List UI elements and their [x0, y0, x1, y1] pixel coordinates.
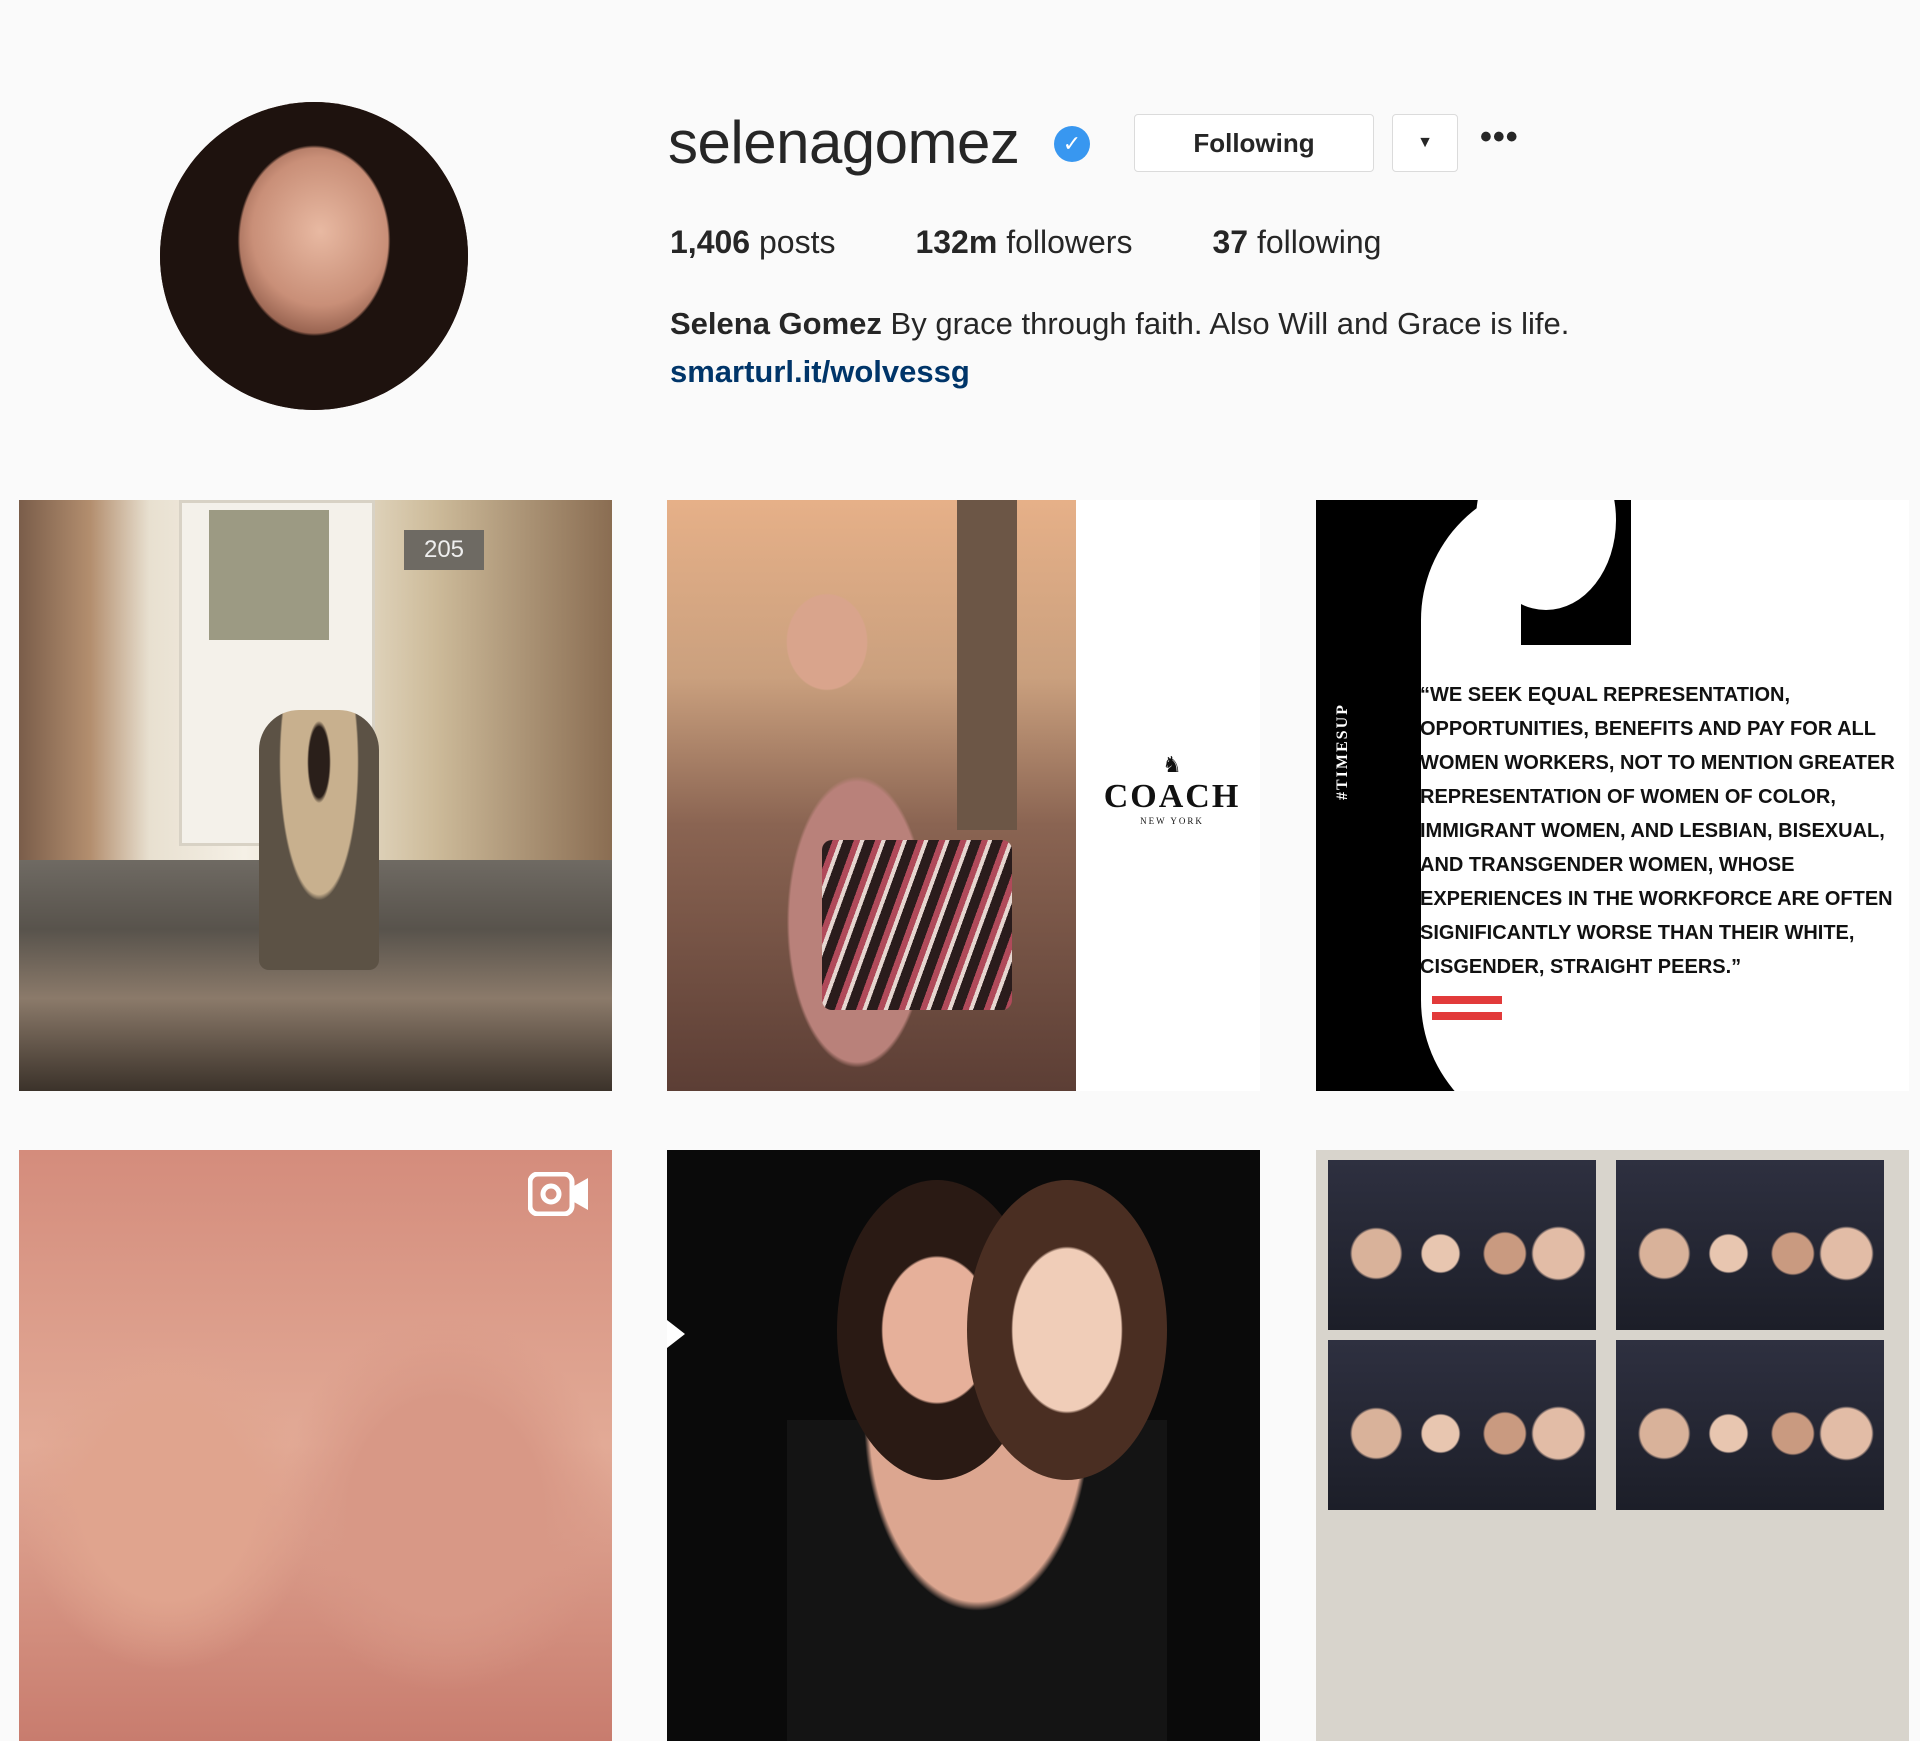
stripes-graphic: [1432, 996, 1502, 1004]
following-count: 37: [1212, 224, 1249, 260]
post-photo-window: [209, 510, 329, 640]
hashtag-label: #TIMESUP: [1334, 703, 1351, 800]
brand-sub: NEW YORK: [1140, 816, 1204, 826]
followers-label: followers: [1006, 224, 1133, 260]
profile-link[interactable]: smarturl.it/wolvessg: [670, 354, 970, 390]
profile-bio: Selena Gomez By grace through faith. Als…: [670, 306, 1569, 342]
post-photo-person: [259, 710, 379, 970]
following-stat[interactable]: 37 following: [1212, 224, 1381, 261]
bio-full-name: Selena Gomez: [670, 306, 882, 341]
quote-text: “WE SEEK EQUAL REPRESENTATION, OPPORTUNI…: [1420, 684, 1895, 978]
post-photo-shoulders: [787, 1420, 1167, 1741]
photo-booth-frame: [1616, 1160, 1884, 1330]
carriage-icon: ♞: [1162, 752, 1182, 777]
avatar-photo: [160, 102, 468, 410]
photo-booth-frame: [1328, 1160, 1596, 1330]
bio-text: By grace through faith. Also Will and Gr…: [881, 306, 1570, 341]
caret-down-icon: ▼: [1417, 134, 1433, 151]
post-tile[interactable]: [1316, 1150, 1909, 1741]
post-photo-person-right: [967, 1180, 1167, 1480]
brand-name: COACH: [1103, 778, 1241, 815]
following-button[interactable]: Following: [1134, 114, 1374, 172]
followers-count: 132m: [915, 224, 998, 260]
profile-avatar[interactable]: [160, 102, 468, 410]
verified-badge-icon: ✓: [1054, 126, 1090, 162]
posts-label: posts: [758, 224, 836, 260]
post-tile[interactable]: ♞ COACH NEW YORK: [667, 500, 1260, 1091]
profile-username: selenagomez: [668, 109, 1020, 176]
video-camera-icon: [528, 1172, 588, 1216]
house-number: 205: [404, 530, 484, 570]
post-tile[interactable]: [667, 1150, 1260, 1741]
photo-booth-frame: [1328, 1340, 1596, 1510]
posts-count: 1,406: [670, 224, 751, 260]
side-bar: [1316, 500, 1404, 1091]
play-icon: [667, 1320, 685, 1348]
post-tile[interactable]: [19, 1150, 612, 1741]
posts-stat: 1,406 posts: [670, 224, 835, 261]
following-label: following: [1256, 224, 1382, 260]
post-photo-handbag: [822, 840, 1012, 1010]
profile-stats: 1,406 posts 132m followers 37 following: [670, 224, 1381, 261]
followers-stat[interactable]: 132m followers: [915, 224, 1132, 261]
more-options-icon[interactable]: •••: [1480, 118, 1519, 157]
brand-logo: ♞ COACH NEW YORK: [1087, 752, 1257, 826]
suggestions-dropdown-button[interactable]: ▼: [1392, 114, 1458, 172]
post-tile[interactable]: #TIMESUP “WE SEEK EQUAL REPRESENTATION, …: [1316, 500, 1909, 1091]
photo-booth-frame: [1616, 1340, 1884, 1510]
post-tile[interactable]: 205: [19, 500, 612, 1091]
